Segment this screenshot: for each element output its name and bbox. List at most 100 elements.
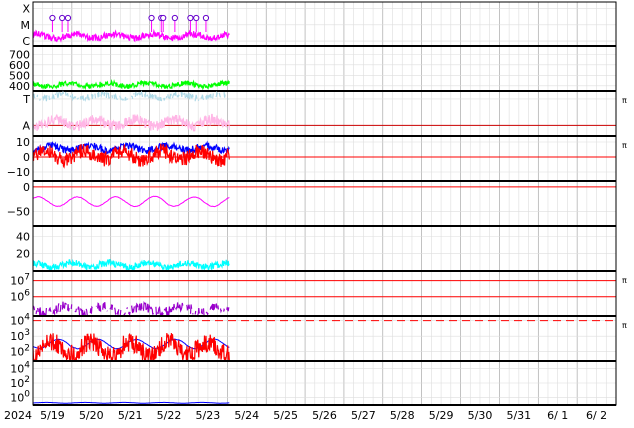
series-line-ta-0 — [155, 95, 157, 100]
series-line-electron-0 — [143, 303, 153, 315]
series-line-ta-0 — [49, 96, 50, 100]
panel-side-label: π — [622, 96, 627, 105]
series-line-ta-0 — [67, 93, 68, 96]
series-line-electron-0 — [129, 312, 131, 315]
series-line-electron-0 — [186, 305, 189, 310]
series-line-ta-0 — [224, 92, 225, 97]
series-line-ta-0 — [195, 95, 198, 101]
series-line-electron-0 — [120, 310, 121, 315]
series-line-electron-0 — [75, 309, 77, 312]
series-line-electron-0 — [56, 306, 57, 314]
series-line-electron-0 — [49, 308, 51, 312]
series-line-ta-0 — [158, 97, 159, 101]
series-line-electron-0 — [123, 313, 125, 315]
y-tick-label: 0 — [23, 151, 30, 164]
series-line-ta-0 — [139, 92, 143, 97]
x-tick-label: 5/22 — [157, 409, 182, 422]
flare-marker — [188, 15, 193, 20]
series-line-electron-0 — [195, 311, 196, 315]
series-line-electron-0 — [90, 307, 92, 314]
series-line-ta-0 — [164, 98, 166, 101]
series-line-electron-0 — [158, 308, 164, 316]
series-line-ta-0 — [106, 92, 107, 98]
series-line-ta-0 — [127, 98, 128, 99]
series-line-electron-0 — [103, 302, 106, 310]
series-line-electron-0 — [210, 304, 215, 310]
series-line-ta-0 — [85, 97, 86, 100]
series-line-ta-0 — [173, 92, 177, 98]
series-line-electron-0 — [201, 309, 202, 314]
chart-container: XMC700600500400TAπ100−10π0−504020107106π… — [0, 0, 634, 424]
series-line-electron-0 — [191, 305, 192, 314]
series-line-electron-0 — [227, 307, 229, 311]
y-tick-label: 104 — [10, 313, 30, 328]
series-line-ta-0 — [91, 94, 93, 99]
y-tick-label: 106 — [10, 289, 30, 304]
y-tick-label: C — [22, 35, 30, 48]
series-line-electron-0 — [176, 302, 183, 310]
series-line-electron-0 — [218, 305, 219, 309]
y-tick-label: 40 — [16, 230, 30, 243]
series-line-ta-0 — [131, 96, 133, 99]
series-line-electron-0 — [60, 305, 61, 312]
series-line-electron-0 — [193, 313, 194, 314]
y-tick-label: M — [21, 19, 31, 32]
x-tick-label: 6/ 2 — [586, 409, 607, 422]
y-tick-label: 100 — [10, 390, 30, 405]
series-line-electron-0 — [127, 307, 128, 308]
series-line-ta-0 — [183, 93, 185, 98]
panel-side-label: π — [622, 276, 627, 285]
series-line-ta-0 — [57, 92, 60, 98]
y-tick-label: 20 — [16, 248, 30, 261]
y-tick-label: 102 — [10, 375, 30, 390]
series-line-ta-0 — [134, 93, 135, 94]
series-line-ta-0 — [219, 93, 221, 97]
flare-marker — [172, 15, 177, 20]
series-line-ta-0 — [34, 94, 35, 98]
series-line-ta-0 — [37, 95, 38, 97]
y-tick-label: −50 — [7, 205, 30, 218]
series-line-ta-0 — [51, 99, 52, 100]
x-axis-year-label: 2024 — [4, 409, 32, 422]
x-tick-label: 5/30 — [468, 409, 493, 422]
series-line-ta-0 — [70, 96, 71, 98]
series-line-ta-0 — [72, 94, 76, 99]
panel-side-label: π — [622, 321, 627, 330]
y-tick-label: 10 — [16, 136, 30, 149]
series-line-ta-0 — [135, 92, 136, 97]
series-line-ta-0 — [145, 92, 146, 97]
y-tick-label: A — [22, 119, 30, 132]
space-weather-chart: XMC700600500400TAπ100−10π0−504020107106π… — [0, 0, 634, 424]
series-line-ta-0 — [186, 93, 189, 99]
x-tick-label: 5/20 — [79, 409, 104, 422]
x-tick-label: 5/29 — [429, 409, 454, 422]
series-line-electron-0 — [216, 304, 217, 309]
series-line-electron-0 — [156, 307, 157, 315]
series-line-ta-0 — [160, 97, 162, 101]
series-line-electron-0 — [71, 304, 72, 309]
series-line-electron-0 — [98, 303, 101, 311]
series-line-ta-0 — [60, 93, 61, 96]
flare-marker — [203, 15, 208, 20]
x-tick-label: 5/24 — [234, 409, 259, 422]
series-line-ta-0 — [108, 93, 110, 99]
y-tick-label: 0 — [23, 181, 30, 194]
y-tick-label: 102 — [10, 344, 30, 359]
series-line-electron-0 — [81, 308, 86, 315]
series-line-ta-0 — [52, 95, 54, 99]
series-line-electron-0 — [221, 309, 222, 312]
series-line-electron-0 — [58, 303, 59, 312]
series-line-electron-0 — [164, 304, 174, 315]
series-line-ta-0 — [114, 95, 118, 100]
series-line-ta-0 — [98, 92, 100, 97]
series-line-ta-0 — [62, 92, 63, 94]
series-line-electron-0 — [68, 304, 70, 311]
series-line-ta-0 — [95, 94, 96, 98]
series-line-electron-0 — [117, 309, 119, 314]
series-line-ta-0 — [125, 97, 126, 101]
series-line-electron-0 — [38, 308, 39, 312]
x-tick-label: 5/25 — [273, 409, 298, 422]
series-line-electron-0 — [62, 302, 66, 310]
series-line-electron-0 — [115, 308, 116, 315]
x-tick-label: 5/28 — [390, 409, 415, 422]
